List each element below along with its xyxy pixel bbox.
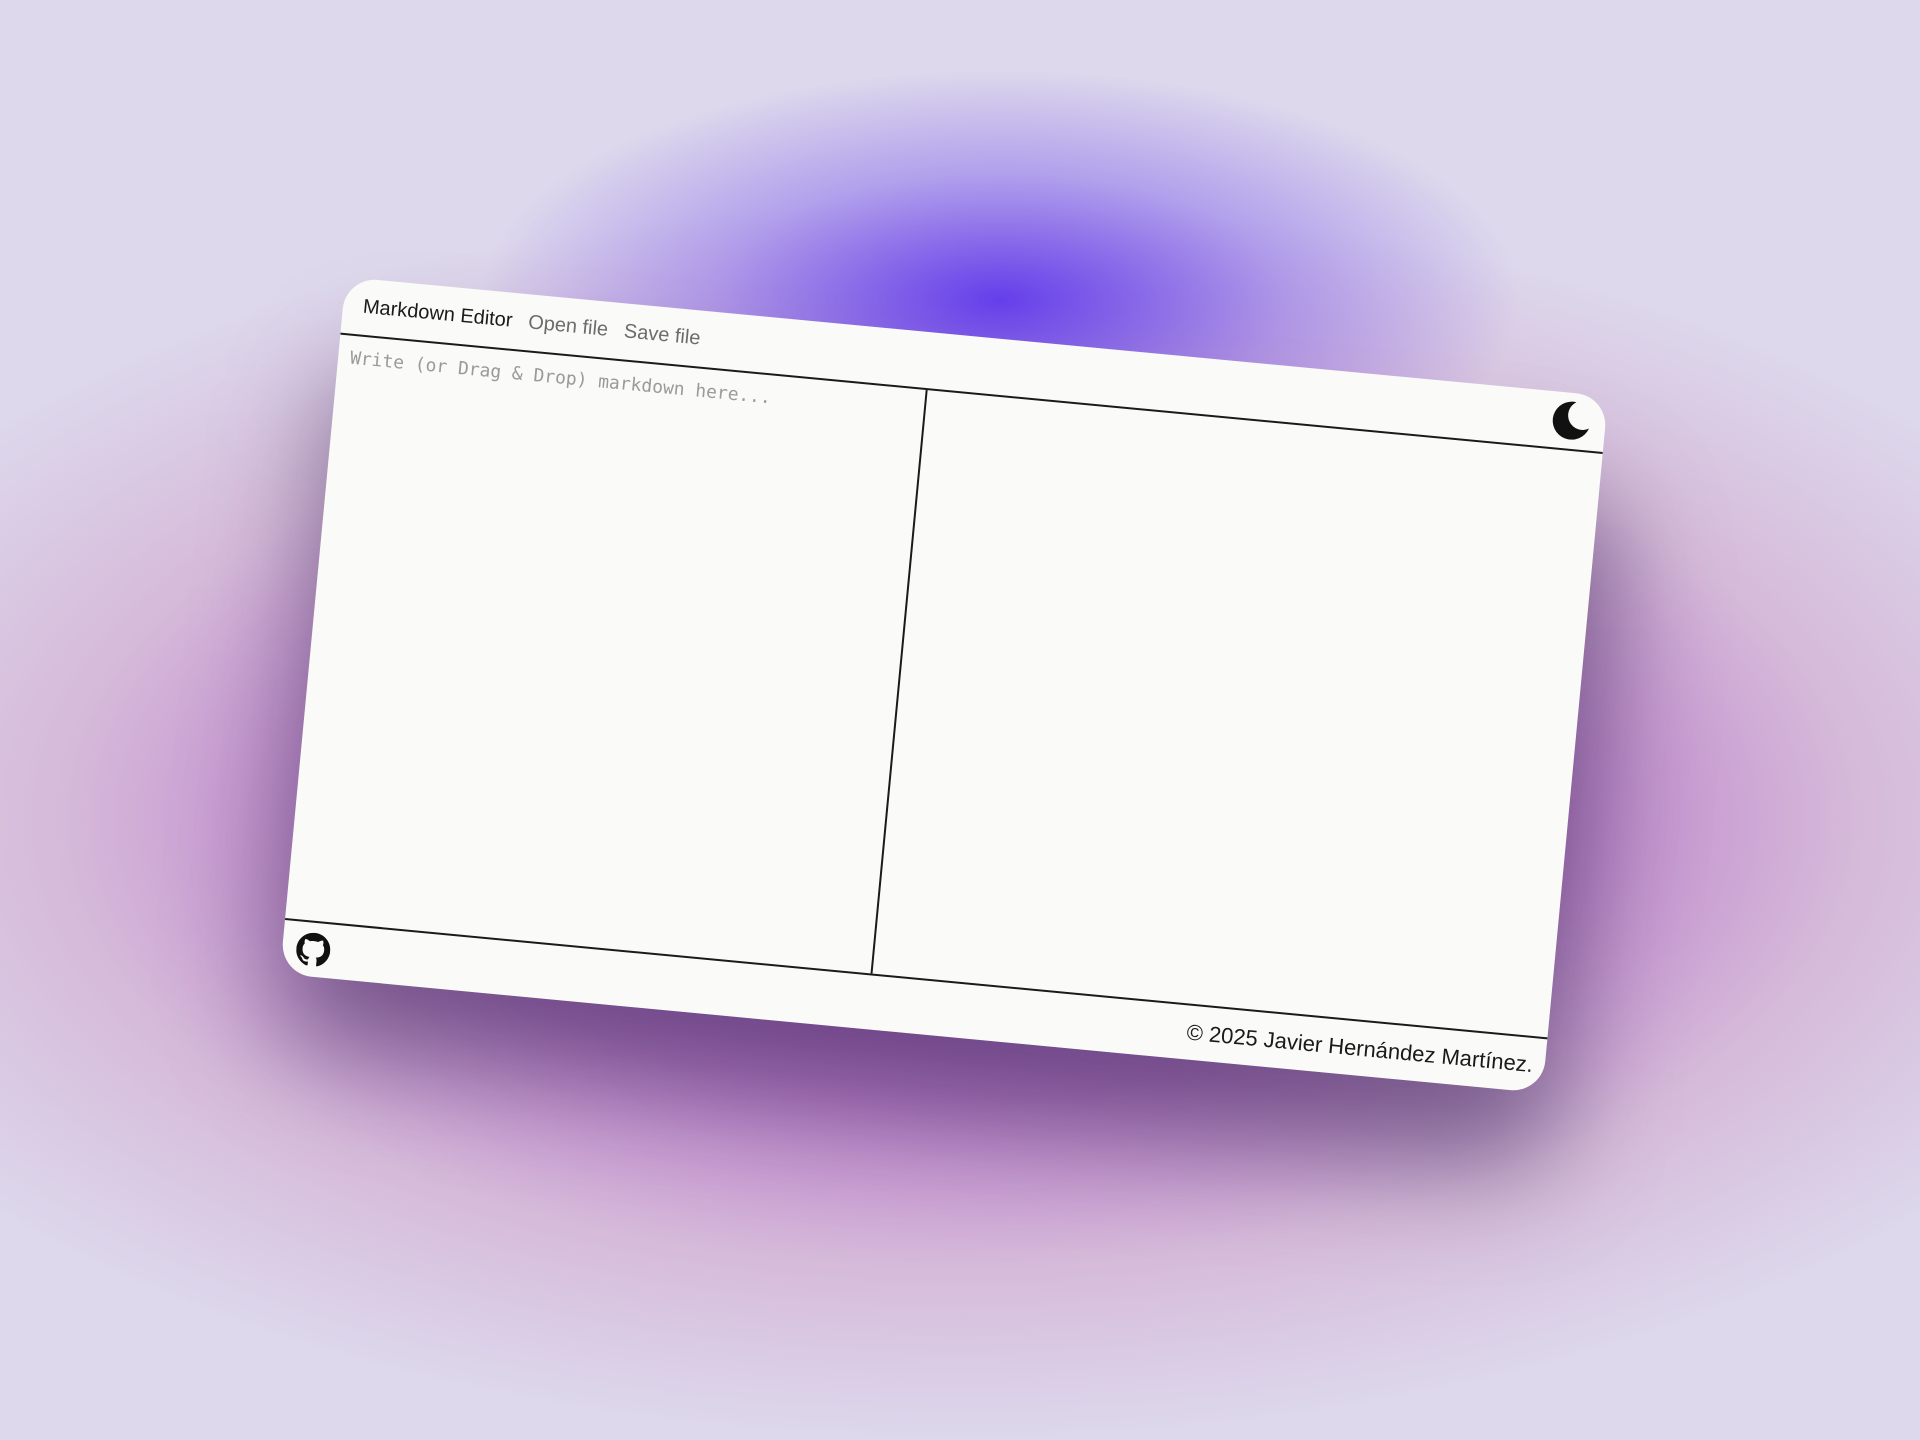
github-link[interactable] [293, 929, 334, 970]
github-icon [296, 932, 331, 967]
markdown-input-pane [285, 334, 928, 974]
open-file-link[interactable]: Open file [527, 311, 609, 341]
markdown-preview-pane [873, 390, 1603, 1037]
markdown-input[interactable] [285, 334, 926, 974]
editor-area [284, 334, 1603, 1040]
moon-icon [1552, 401, 1589, 440]
save-file-link[interactable]: Save file [623, 320, 701, 350]
app-title: Markdown Editor [362, 295, 514, 332]
app-window: Markdown Editor Open file Save file © 20… [279, 276, 1609, 1094]
theme-toggle-button[interactable] [1546, 396, 1596, 446]
